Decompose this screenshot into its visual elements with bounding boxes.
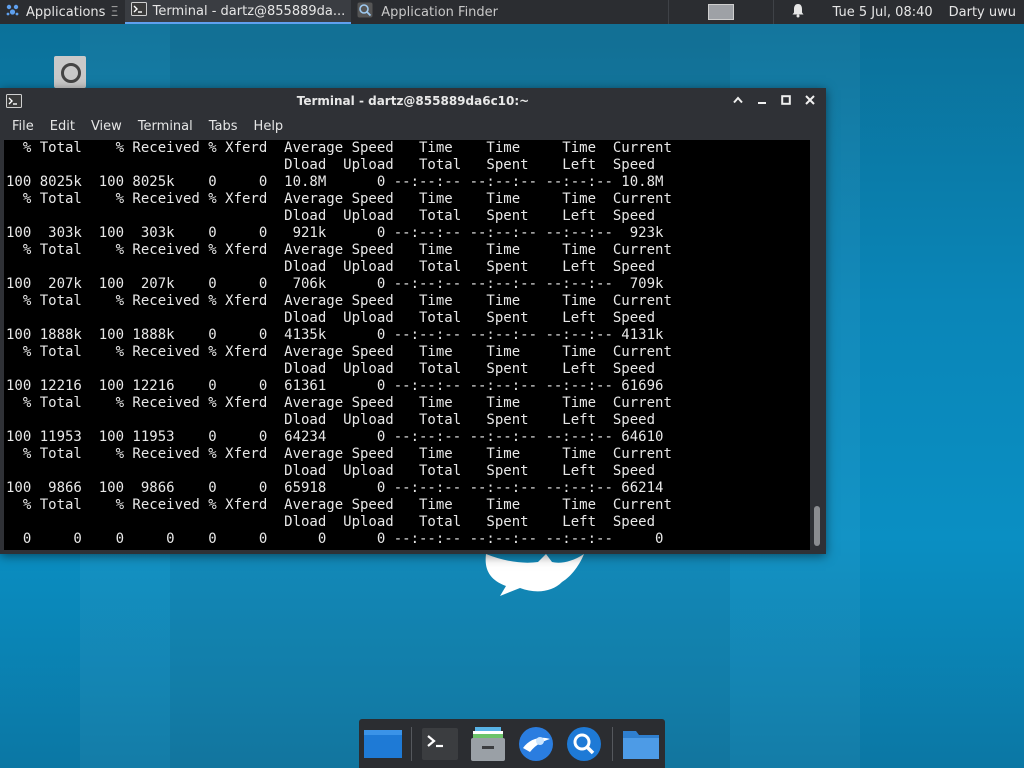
terminal-line: 100 1888k 100 1888k 0 0 4135k 0 --:--:--… [6,327,664,343]
terminal-line: Dload Upload Total Spent Left Speed [6,463,656,479]
terminal-line: 100 9866 100 9866 0 0 65918 0 --:--:-- -… [6,480,664,496]
menu-edit[interactable]: Edit [42,119,83,134]
top-panel: Applications Ξ Terminal - dartz@855889da… [0,0,1024,24]
terminal-line: Dload Upload Total Spent Left Speed [6,259,656,275]
menu-file[interactable]: File [4,119,42,134]
maximize-icon [781,95,791,105]
window-title: Terminal - dartz@855889da6c10:~ [296,94,530,108]
dock-item-show-desktop[interactable] [363,723,403,765]
maximize-button[interactable] [778,92,794,108]
menu-separator-icon: Ξ [110,4,119,20]
menu-help[interactable]: Help [246,119,292,134]
dock-item-terminal[interactable] [420,723,460,765]
minimize-icon [758,102,766,104]
dock-separator [411,726,412,761]
terminal-line: 100 12216 100 12216 0 0 61361 0 --:--:--… [6,378,664,394]
clock[interactable]: Tue 5 Jul, 08:40 [822,0,942,24]
window-titlebar[interactable]: Terminal - dartz@855889da6c10:~ [0,88,826,114]
dock-item-file-manager[interactable] [468,723,508,765]
terminal-line: Dload Upload Total Spent Left Speed [6,514,656,530]
disk-icon [61,63,81,83]
terminal-output[interactable]: % Total % Received % Xferd Average Speed… [4,140,810,550]
terminal-window[interactable]: Terminal - dartz@855889da6c10:~ File Edi… [0,88,826,554]
terminal-line: % Total % Received % Xferd Average Speed… [6,395,672,411]
xfce-logo-icon [4,1,22,23]
bell-icon [791,3,805,22]
file-manager-drawer-icon [470,726,505,761]
minimize-button[interactable] [754,92,770,108]
shade-button[interactable] [730,92,746,108]
terminal-line: % Total % Received % Xferd Average Speed… [6,293,672,309]
workspace-switcher[interactable] [669,0,773,24]
terminal-line: Dload Upload Total Spent Left Speed [6,361,656,377]
desktop-icon-filesystem[interactable] [54,56,86,88]
app-finder-icon [357,2,373,22]
close-button[interactable] [802,92,818,108]
terminal-line: % Total % Received % Xferd Average Speed… [6,191,672,207]
dock-item-app-finder[interactable] [564,723,604,765]
menu-terminal[interactable]: Terminal [130,119,201,134]
dock [359,719,665,768]
show-desktop-icon [364,729,402,758]
taskbar-item-label: Application Finder [381,4,499,20]
taskbar-item-terminal[interactable]: Terminal - dartz@855889da... [124,0,352,24]
terminal-line: 0 0 0 0 0 0 0 0 --:--:-- --:--:-- --:--:… [6,531,664,547]
workspace-1[interactable] [708,4,735,20]
dock-item-web-browser[interactable] [516,723,556,765]
terminal-line: Dload Upload Total Spent Left Speed [6,310,656,326]
terminal-line: % Total % Received % Xferd Average Speed… [6,242,672,258]
terminal-line: 100 11953 100 11953 0 0 64234 0 --:--:--… [6,429,664,445]
terminal-line: Dload Upload Total Spent Left Speed [6,208,656,224]
terminal-line: % Total % Received % Xferd Average Speed… [6,140,672,156]
terminal-line: Dload Upload Total Spent Left Speed [6,412,656,428]
applications-menu-button[interactable]: Applications Ξ [0,0,125,24]
app-finder-search-icon [567,726,602,761]
applications-label: Applications [26,4,106,20]
menu-view[interactable]: View [83,119,130,134]
terminal-icon [130,1,147,21]
chevron-up-icon [733,96,743,104]
folder-icon [622,730,659,759]
terminal-line: % Total % Received % Xferd Average Speed… [6,446,672,462]
terminal-text: % Total % Received % Xferd Average Speed… [4,140,810,548]
dock-item-folder[interactable] [621,723,661,765]
xfce-mouse-mascot [476,550,588,606]
taskbar-item-label: Terminal - dartz@855889da... [152,3,346,19]
terminal-line: % Total % Received % Xferd Average Speed… [6,497,672,513]
terminal-line: 100 303k 100 303k 0 0 921k 0 --:--:-- --… [6,225,664,241]
terminal-line: 100 8025k 100 8025k 0 0 10.8M 0 --:--:--… [6,174,664,190]
menu-tabs[interactable]: Tabs [201,119,246,134]
terminal-scrollbar[interactable] [812,140,822,550]
web-browser-icon [519,726,553,761]
user-menu[interactable]: Darty uwu [943,0,1024,24]
terminal-line: % Total % Received % Xferd Average Speed… [6,344,672,360]
scrollbar-thumb[interactable] [814,506,820,546]
taskbar-item-application-finder[interactable]: Application Finder [351,0,504,24]
dock-separator [612,726,613,761]
window-controls [730,92,818,108]
terminal-icon [421,727,458,760]
terminal-line: Dload Upload Total Spent Left Speed [6,157,656,173]
window-menubar: File Edit View Terminal Tabs Help [0,114,826,138]
terminal-line: 100 207k 100 207k 0 0 706k 0 --:--:-- --… [6,276,664,292]
notifications-button[interactable] [774,0,822,24]
close-icon [805,95,815,105]
